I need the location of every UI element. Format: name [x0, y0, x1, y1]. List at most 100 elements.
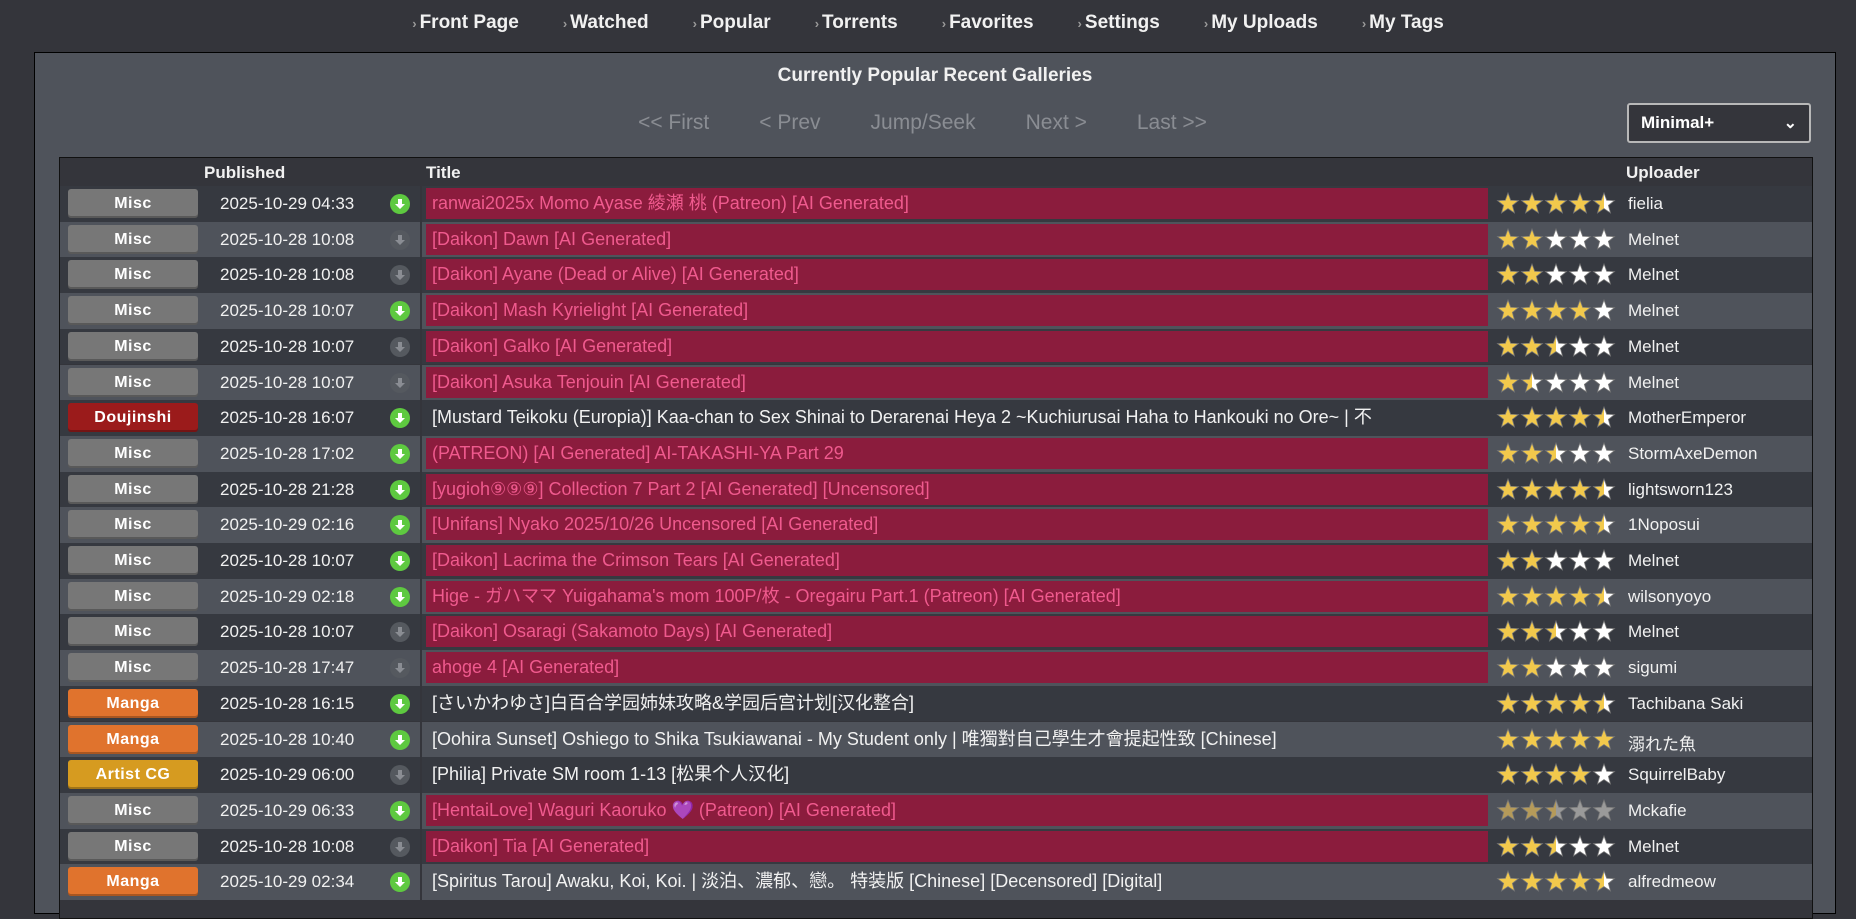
table-row[interactable]: Misc 2025-10-28 10:07 [Daikon] Mash Kyriel…	[60, 293, 1812, 329]
gallery-title-link[interactable]: [Mustard Teikoku (Europia)] Kaa-chan to …	[426, 402, 1488, 433]
category-badge[interactable]: Manga	[68, 688, 198, 718]
gallery-title-link[interactable]: [Daikon] Osaragi (Sakamoto Days) [AI Gen…	[426, 616, 1488, 648]
table-row[interactable]: Misc 2025-10-28 10:07 [Daikon] Asuka Tenjo…	[60, 364, 1812, 401]
display-mode-select[interactable]: Minimal+ ⌄	[1627, 103, 1811, 143]
table-row[interactable]: Misc 2025-10-28 10:07 [Daikon] Galko [AI G…	[60, 328, 1812, 365]
gallery-title-link[interactable]: [Daikon] Ayane (Dead or Alive) [AI Gener…	[426, 259, 1488, 291]
download-icon[interactable]	[390, 408, 410, 429]
uploader-link[interactable]: Melnet	[1628, 337, 1679, 357]
table-row[interactable]: Manga 2025-10-28 10:40 [Oohira Sunset] Osh…	[60, 721, 1812, 758]
uploader-link[interactable]: MotherEmperor	[1628, 408, 1746, 428]
uploader-link[interactable]: lightsworn123	[1628, 480, 1733, 500]
uploader-link[interactable]: Melnet	[1628, 373, 1679, 393]
table-row[interactable]: Misc 2025-10-28 10:07 [Daikon] Osaragi (Sa…	[60, 614, 1812, 651]
uploader-link[interactable]: Melnet	[1628, 265, 1679, 285]
gallery-title-link[interactable]: [Daikon] Mash Kyrielight [AI Generated]	[426, 295, 1488, 327]
uploader-link[interactable]: Tachibana Saki	[1628, 694, 1743, 714]
pager-last[interactable]: Last >>	[1137, 111, 1207, 135]
uploader-link[interactable]: StormAxeDemon	[1628, 444, 1757, 464]
nav-favorites[interactable]: › Favorites	[942, 12, 1034, 34]
table-row[interactable]: Misc 2025-10-28 10:07 [Daikon] Lacrima the…	[60, 543, 1812, 579]
download-icon[interactable]	[390, 872, 410, 893]
category-badge[interactable]: Misc	[68, 653, 198, 683]
table-row[interactable]: Misc 2025-10-28 17:02 (PATREON) [AI Genera…	[60, 435, 1812, 472]
pager-prev[interactable]: < Prev	[759, 111, 820, 135]
category-badge[interactable]: Misc	[68, 260, 198, 290]
gallery-title-link[interactable]: Hige - ガハママ Yuigahama's mom 100P/枚 - Ore…	[426, 580, 1488, 612]
table-row[interactable]: Artist CG 2025-10-29 06:00 [Philia] Privat…	[60, 757, 1812, 793]
download-icon[interactable]	[390, 765, 410, 786]
uploader-link[interactable]: wilsonyoyo	[1628, 587, 1711, 607]
gallery-title-link[interactable]: [yugioh⑨⑨⑨] Collection 7 Part 2 [AI Gene…	[426, 473, 1488, 505]
gallery-title-link[interactable]: [Daikon] Galko [AI Generated]	[426, 330, 1488, 362]
uploader-link[interactable]: Melnet	[1628, 622, 1679, 642]
download-icon[interactable]	[390, 551, 410, 571]
nav-my-tags[interactable]: › My Tags	[1362, 12, 1444, 34]
gallery-title-link[interactable]: [Philia] Private SM room 1-13 [松果个人汉化]	[426, 759, 1488, 790]
download-icon[interactable]	[390, 800, 410, 821]
download-icon[interactable]	[390, 372, 410, 393]
category-badge[interactable]: Misc	[68, 331, 198, 361]
nav-watched[interactable]: › Watched	[563, 12, 649, 34]
table-row[interactable]: Doujinshi 2025-10-28 16:07 [Mustard Teikok…	[60, 400, 1812, 436]
table-row[interactable]: Misc 2025-10-29 02:16 [Unifans] Nyako 2025…	[60, 507, 1812, 543]
uploader-link[interactable]: Melnet	[1628, 551, 1679, 571]
category-badge[interactable]: Misc	[68, 581, 198, 611]
download-icon[interactable]	[390, 515, 410, 536]
uploader-link[interactable]: fielia	[1628, 194, 1663, 214]
category-badge[interactable]: Misc	[68, 189, 198, 218]
nav-front-page[interactable]: › Front Page	[412, 12, 519, 34]
download-icon[interactable]	[390, 622, 410, 643]
category-badge[interactable]: Misc	[68, 296, 198, 326]
table-row[interactable]: Misc 2025-10-28 21:28 [yugioh⑨⑨⑨] Collecti…	[60, 471, 1812, 508]
category-badge[interactable]: Manga	[68, 867, 198, 897]
gallery-title-link[interactable]: [Oohira Sunset] Oshiego to Shika Tsukiaw…	[426, 724, 1488, 755]
table-row[interactable]: Misc 2025-10-28 10:08 [Daikon] Tia [AI Gen…	[60, 828, 1812, 865]
uploader-link[interactable]: sigumi	[1628, 658, 1677, 678]
download-icon[interactable]	[390, 265, 410, 286]
download-icon[interactable]	[390, 194, 410, 214]
uploader-link[interactable]: alfredmeow	[1628, 872, 1716, 892]
pager-first[interactable]: << First	[638, 111, 709, 135]
category-badge[interactable]: Manga	[68, 724, 198, 754]
gallery-title-link[interactable]: ahoge 4 [AI Generated]	[426, 652, 1488, 684]
category-badge[interactable]: Misc	[68, 367, 198, 397]
nav-settings[interactable]: › Settings	[1078, 12, 1160, 34]
download-icon[interactable]	[390, 836, 410, 857]
download-icon[interactable]	[390, 479, 410, 500]
gallery-title-link[interactable]: [さいかわゆさ]白百合学园姉妹攻略&学园后宫计划[汉化整合]	[426, 688, 1488, 719]
uploader-link[interactable]: 1Noposui	[1628, 515, 1700, 535]
category-badge[interactable]: Misc	[68, 224, 198, 254]
uploader-link[interactable]: Mckafie	[1628, 801, 1687, 821]
category-badge[interactable]: Misc	[68, 546, 198, 575]
pager-next[interactable]: Next >	[1026, 111, 1087, 135]
table-row[interactable]: Misc 2025-10-28 17:47 ahoge 4 [AI Generate…	[60, 650, 1812, 686]
table-row[interactable]: Misc 2025-10-29 02:18 Hige - ガハママ Yuigaham…	[60, 578, 1812, 615]
table-row[interactable]: Misc 2025-10-29 04:33 ranwai2025x Momo Aya…	[60, 186, 1812, 222]
nav-popular[interactable]: › Popular	[693, 12, 771, 34]
uploader-link[interactable]: Melnet	[1628, 837, 1679, 857]
gallery-title-link[interactable]: [Daikon] Tia [AI Generated]	[426, 830, 1488, 862]
table-row[interactable]: Manga 2025-10-29 02:34 [Spiritus Tarou] Aw…	[60, 864, 1812, 900]
nav-my-uploads[interactable]: › My Uploads	[1204, 12, 1318, 34]
category-badge[interactable]: Misc	[68, 617, 198, 647]
gallery-title-link[interactable]: [Daikon] Dawn [AI Generated]	[426, 223, 1488, 255]
uploader-link[interactable]: Melnet	[1628, 301, 1679, 321]
gallery-title-link[interactable]: [Daikon] Asuka Tenjouin [AI Generated]	[426, 366, 1488, 398]
download-icon[interactable]	[390, 443, 410, 464]
category-badge[interactable]: Misc	[68, 510, 198, 540]
download-icon[interactable]	[390, 301, 410, 322]
gallery-title-link[interactable]: [HentaiLove] Waguri Kaoruko 💜 (Patreon) …	[426, 794, 1488, 826]
uploader-link[interactable]: Melnet	[1628, 230, 1679, 250]
category-badge[interactable]: Misc	[68, 831, 198, 861]
download-icon[interactable]	[390, 658, 410, 679]
gallery-title-link[interactable]: [Unifans] Nyako 2025/10/26 Uncensored [A…	[426, 509, 1488, 541]
gallery-title-link[interactable]: [Spiritus Tarou] Awaku, Koi, Koi. | 淡泊、濃…	[426, 866, 1488, 897]
download-icon[interactable]	[390, 229, 410, 250]
category-badge[interactable]: Misc	[68, 438, 198, 468]
uploader-link[interactable]: 溺れた魚	[1628, 730, 1696, 755]
category-badge[interactable]: Artist CG	[68, 760, 198, 790]
download-icon[interactable]	[390, 693, 410, 714]
gallery-title-link[interactable]: ranwai2025x Momo Ayase 綾瀬 桃 (Patreon) [A…	[426, 188, 1488, 219]
category-badge[interactable]: Doujinshi	[68, 403, 198, 433]
